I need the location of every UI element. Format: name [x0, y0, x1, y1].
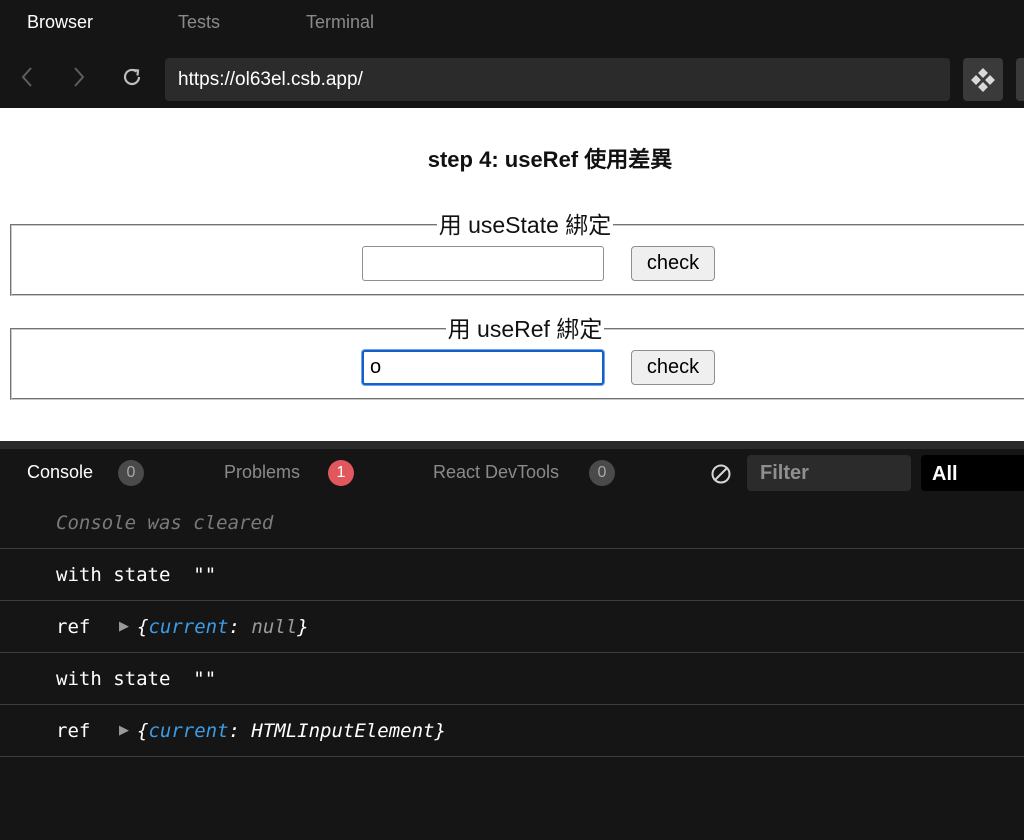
log-object-separator: :	[228, 720, 252, 742]
expand-triangle-icon[interactable]: ▶	[119, 723, 129, 738]
usestate-fieldset: 用 useState 綁定 check	[10, 212, 1024, 296]
log-row-cleared: Console was cleared	[0, 497, 1024, 549]
usestate-legend: 用 useState 綁定	[438, 212, 612, 238]
log-level-value: All	[932, 463, 958, 485]
tab-browser[interactable]: Browser	[27, 12, 93, 33]
log-message: with state ""	[56, 564, 217, 586]
log-object[interactable]: {current: HTMLInputElement}	[137, 720, 446, 742]
forward-button[interactable]	[64, 46, 94, 108]
log-object-close-brace: }	[297, 616, 309, 638]
tab-problems[interactable]: Problems	[224, 462, 300, 483]
refresh-icon	[123, 68, 141, 86]
log-label: ref	[56, 720, 91, 742]
problems-count-badge: 1	[328, 460, 354, 486]
open-in-new-window-button[interactable]	[963, 58, 1003, 101]
page-title: step 4: useRef 使用差異	[427, 147, 673, 172]
console-cleared-message: Console was cleared	[56, 512, 274, 534]
usestate-check-button[interactable]: check	[631, 246, 715, 281]
useref-legend: 用 useRef 綁定	[447, 316, 603, 342]
tab-terminal[interactable]: Terminal	[306, 12, 374, 33]
log-row: ref ▶ {current: HTMLInputElement}	[0, 705, 1024, 757]
more-toolbar-button[interactable]	[1016, 58, 1024, 101]
url-input[interactable]: https://ol63el.csb.app/	[165, 58, 950, 101]
useref-check-button[interactable]: check	[631, 350, 715, 385]
url-text: https://ol63el.csb.app/	[178, 69, 363, 90]
console-tab-bar: Console 0 Problems 1 React DevTools 0 Fi…	[0, 449, 1024, 497]
console-count-badge: 0	[118, 460, 144, 486]
log-object-value: null	[251, 616, 298, 638]
log-object-open-brace: {	[137, 616, 149, 638]
log-object-separator: :	[228, 616, 252, 638]
log-object-value: HTMLInputElement	[251, 720, 435, 742]
useref-input[interactable]	[362, 350, 604, 385]
log-row: with state ""	[0, 653, 1024, 705]
preview-page: step 4: useRef 使用差異 用 useState 綁定 check …	[0, 108, 1024, 441]
tab-tests[interactable]: Tests	[178, 12, 220, 33]
log-object[interactable]: {current: null}	[137, 616, 309, 638]
chevron-right-icon	[74, 67, 85, 87]
chevron-left-icon	[21, 67, 32, 87]
clear-console-icon[interactable]	[710, 463, 732, 485]
log-label: ref	[56, 616, 91, 638]
tab-console[interactable]: Console	[27, 462, 93, 483]
tab-react-devtools[interactable]: React DevTools	[433, 462, 559, 483]
filter-placeholder: Filter	[760, 462, 809, 484]
filter-input[interactable]: Filter	[747, 455, 911, 491]
devtools-count-badge: 0	[589, 460, 615, 486]
codesandbox-diamond-icon	[971, 67, 995, 92]
back-button[interactable]	[12, 46, 42, 108]
address-bar-row: https://ol63el.csb.app/	[0, 46, 1024, 108]
log-object-key: current	[148, 720, 229, 742]
top-tab-bar: Browser Tests Terminal	[0, 0, 1024, 46]
log-row: ref ▶ {current: null}	[0, 601, 1024, 653]
refresh-button[interactable]	[117, 46, 147, 108]
panel-resize-handle[interactable]	[0, 441, 1024, 449]
log-object-close-brace: }	[434, 720, 446, 742]
log-row: with state ""	[0, 549, 1024, 601]
usestate-input[interactable]	[362, 246, 604, 281]
console-output: Console was cleared with state "" ref ▶ …	[0, 497, 1024, 840]
log-object-open-brace: {	[137, 720, 149, 742]
log-message: with state ""	[56, 668, 217, 690]
expand-triangle-icon[interactable]: ▶	[119, 619, 129, 634]
log-level-select[interactable]: All	[921, 455, 1024, 491]
log-object-key: current	[148, 616, 229, 638]
useref-fieldset: 用 useRef 綁定 check	[10, 316, 1024, 400]
